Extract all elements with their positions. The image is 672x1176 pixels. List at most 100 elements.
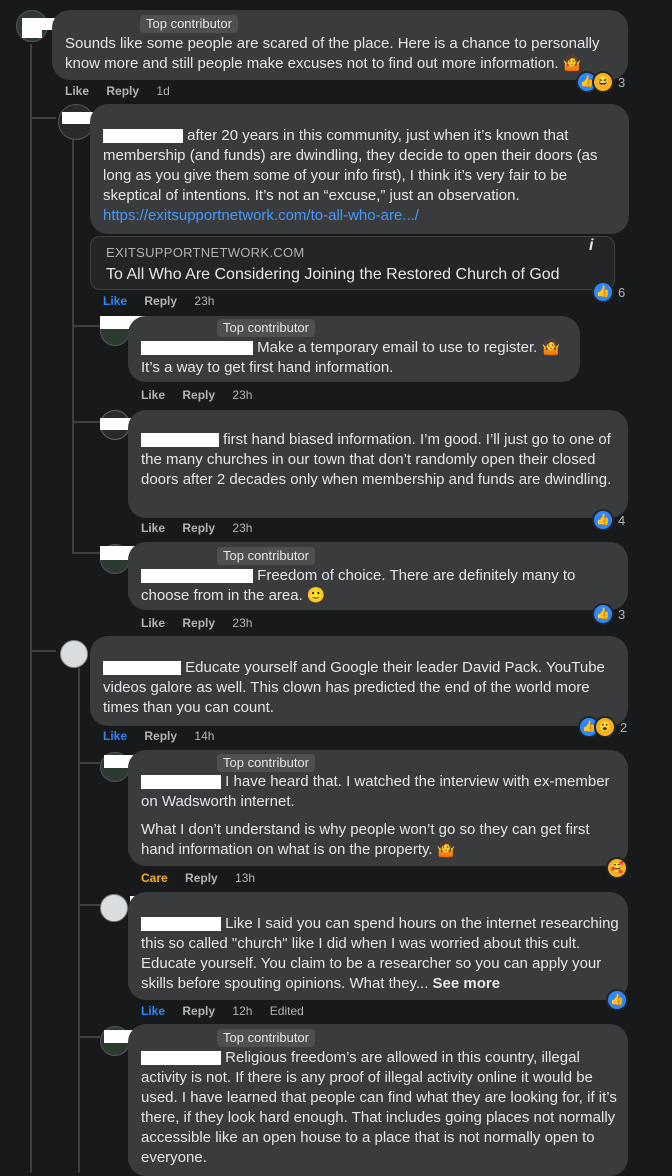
thread-line bbox=[72, 325, 100, 327]
like-button[interactable]: Like bbox=[141, 616, 165, 630]
reaction-summary[interactable]: 👍 bbox=[606, 989, 628, 1011]
comment-actions: Like Reply 23h bbox=[141, 521, 266, 535]
comment-bubble: Freedom of choice. There are definitely … bbox=[128, 542, 628, 610]
link-preview-card[interactable]: EXITSUPPORTNETWORK.COM To All Who Are Co… bbox=[90, 236, 615, 290]
comment-text: Like I said you can spend hours on the i… bbox=[141, 914, 625, 994]
comment-text: first hand biased information. I’m good.… bbox=[141, 430, 621, 490]
redacted-name bbox=[103, 661, 181, 676]
comment-bubble: Educate yourself and Google their leader… bbox=[90, 636, 628, 726]
reaction-summary[interactable]: 👍 3 bbox=[592, 603, 626, 625]
timestamp[interactable]: 14h bbox=[194, 729, 214, 743]
comment-bubble: Sounds like some people are scared of th… bbox=[52, 10, 628, 80]
like-reaction-icon: 👍 bbox=[592, 509, 614, 531]
timestamp[interactable]: 13h bbox=[235, 871, 255, 885]
reply-button[interactable]: Reply bbox=[185, 871, 218, 885]
reaction-count: 4 bbox=[618, 512, 626, 528]
thread-line bbox=[78, 904, 100, 906]
preview-title: To All Who Are Considering Joining the R… bbox=[106, 266, 560, 283]
like-button[interactable]: Like bbox=[103, 294, 127, 308]
timestamp[interactable]: 23h bbox=[232, 388, 252, 402]
reply-button[interactable]: Reply bbox=[182, 521, 215, 535]
status-badge: Top contributor bbox=[217, 754, 315, 772]
haha-reaction-icon: 😆 bbox=[592, 71, 614, 93]
care-button[interactable]: Care bbox=[141, 871, 168, 885]
comment-text: Freedom of choice. There are definitely … bbox=[141, 566, 621, 606]
reaction-summary[interactable]: 👍 😮 2 bbox=[578, 716, 628, 738]
like-reaction-icon: 👍 bbox=[606, 989, 628, 1011]
thread-line bbox=[30, 117, 56, 119]
like-reaction-icon: 👍 bbox=[592, 281, 614, 303]
timestamp[interactable]: 1d bbox=[156, 84, 169, 98]
comment-link[interactable]: https://exitsupportnetwork.com/to-all-wh… bbox=[103, 206, 419, 226]
thread-line bbox=[78, 762, 100, 764]
comment-actions: Like Reply 23h bbox=[141, 388, 266, 402]
care-reaction-icon: 🥰 bbox=[606, 857, 628, 879]
reply-button[interactable]: Reply bbox=[182, 1004, 215, 1018]
comment-text-paragraph: What I don’t understand is why people wo… bbox=[141, 821, 590, 858]
timestamp[interactable]: 23h bbox=[232, 616, 252, 630]
redacted-name bbox=[22, 28, 42, 38]
status-badge: Top contributor bbox=[217, 1029, 315, 1047]
comment-text: Educate yourself and Google their leader… bbox=[103, 658, 621, 718]
reaction-summary[interactable]: 👍 😆 3 bbox=[576, 71, 626, 93]
comment-text-body: Religious freedom’s are allowed in this … bbox=[141, 1049, 617, 1166]
comment-text-body: It’s a way to get first hand information… bbox=[141, 359, 394, 376]
info-icon[interactable]: i bbox=[589, 237, 593, 255]
thread-line bbox=[78, 668, 80, 1173]
redacted-name bbox=[141, 917, 221, 932]
thread-line bbox=[30, 44, 32, 1173]
comment-bubble: Religious freedom’s are allowed in this … bbox=[128, 1024, 628, 1176]
comment-actions: Like Reply 12h Edited bbox=[141, 1004, 318, 1018]
like-reaction-icon: 👍 bbox=[592, 603, 614, 625]
status-badge: Top contributor bbox=[140, 15, 238, 33]
reaction-summary[interactable]: 🥰 bbox=[606, 857, 628, 879]
comment-actions: Like Reply 1d bbox=[65, 84, 184, 98]
comment-bubble: after 20 years in this community, just w… bbox=[90, 104, 629, 234]
comment-actions: Like Reply 14h bbox=[103, 729, 228, 743]
thread-line bbox=[78, 1036, 100, 1038]
reaction-summary[interactable]: 👍 6 bbox=[592, 281, 626, 303]
comment-text-body: Make a temporary email to use to registe… bbox=[257, 339, 561, 356]
redacted-name bbox=[141, 1051, 221, 1066]
reply-button[interactable]: Reply bbox=[106, 84, 139, 98]
reply-button[interactable]: Reply bbox=[182, 388, 215, 402]
reaction-summary[interactable]: 👍 4 bbox=[592, 509, 626, 531]
redacted-name bbox=[141, 569, 253, 584]
reply-button[interactable]: Reply bbox=[144, 294, 177, 308]
comment-bubble: Like I said you can spend hours on the i… bbox=[128, 892, 628, 1000]
reaction-count: 6 bbox=[618, 284, 626, 300]
thread-line bbox=[72, 552, 100, 554]
reaction-count: 3 bbox=[618, 606, 626, 622]
like-button[interactable]: Like bbox=[141, 388, 165, 402]
timestamp[interactable]: 23h bbox=[194, 294, 214, 308]
comment-text: Make a temporary email to use to registe… bbox=[141, 338, 573, 378]
like-button[interactable]: Like bbox=[65, 84, 89, 98]
see-more-link[interactable]: See more bbox=[433, 975, 501, 992]
redacted-name bbox=[103, 129, 183, 144]
status-badge: Top contributor bbox=[217, 319, 315, 337]
like-button[interactable]: Like bbox=[141, 1004, 165, 1018]
like-button[interactable]: Like bbox=[141, 521, 165, 535]
like-button[interactable]: Like bbox=[103, 729, 127, 743]
redacted-name bbox=[141, 433, 219, 448]
reaction-count: 2 bbox=[620, 719, 628, 735]
reply-button[interactable]: Reply bbox=[144, 729, 177, 743]
avatar[interactable] bbox=[60, 640, 88, 668]
comment-text: Religious freedom’s are allowed in this … bbox=[141, 1048, 619, 1168]
reaction-count: 3 bbox=[618, 74, 626, 90]
comment-text: Sounds like some people are scared of th… bbox=[65, 35, 600, 72]
thread-line bbox=[30, 650, 56, 652]
wow-reaction-icon: 😮 bbox=[594, 716, 616, 738]
comment-bubble: first hand biased information. I’m good.… bbox=[128, 410, 628, 518]
thread-line bbox=[72, 140, 74, 554]
timestamp[interactable]: 23h bbox=[232, 521, 252, 535]
comment-bubble: I have heard that. I watched the intervi… bbox=[128, 750, 628, 866]
reply-button[interactable]: Reply bbox=[182, 616, 215, 630]
redacted-name bbox=[141, 775, 221, 790]
avatar[interactable] bbox=[100, 894, 128, 922]
preview-domain: EXITSUPPORTNETWORK.COM bbox=[106, 245, 305, 260]
comment-actions: Care Reply 13h bbox=[141, 871, 269, 885]
redacted-name bbox=[141, 341, 253, 356]
timestamp[interactable]: 12h bbox=[232, 1004, 252, 1018]
thread-line bbox=[72, 421, 100, 423]
